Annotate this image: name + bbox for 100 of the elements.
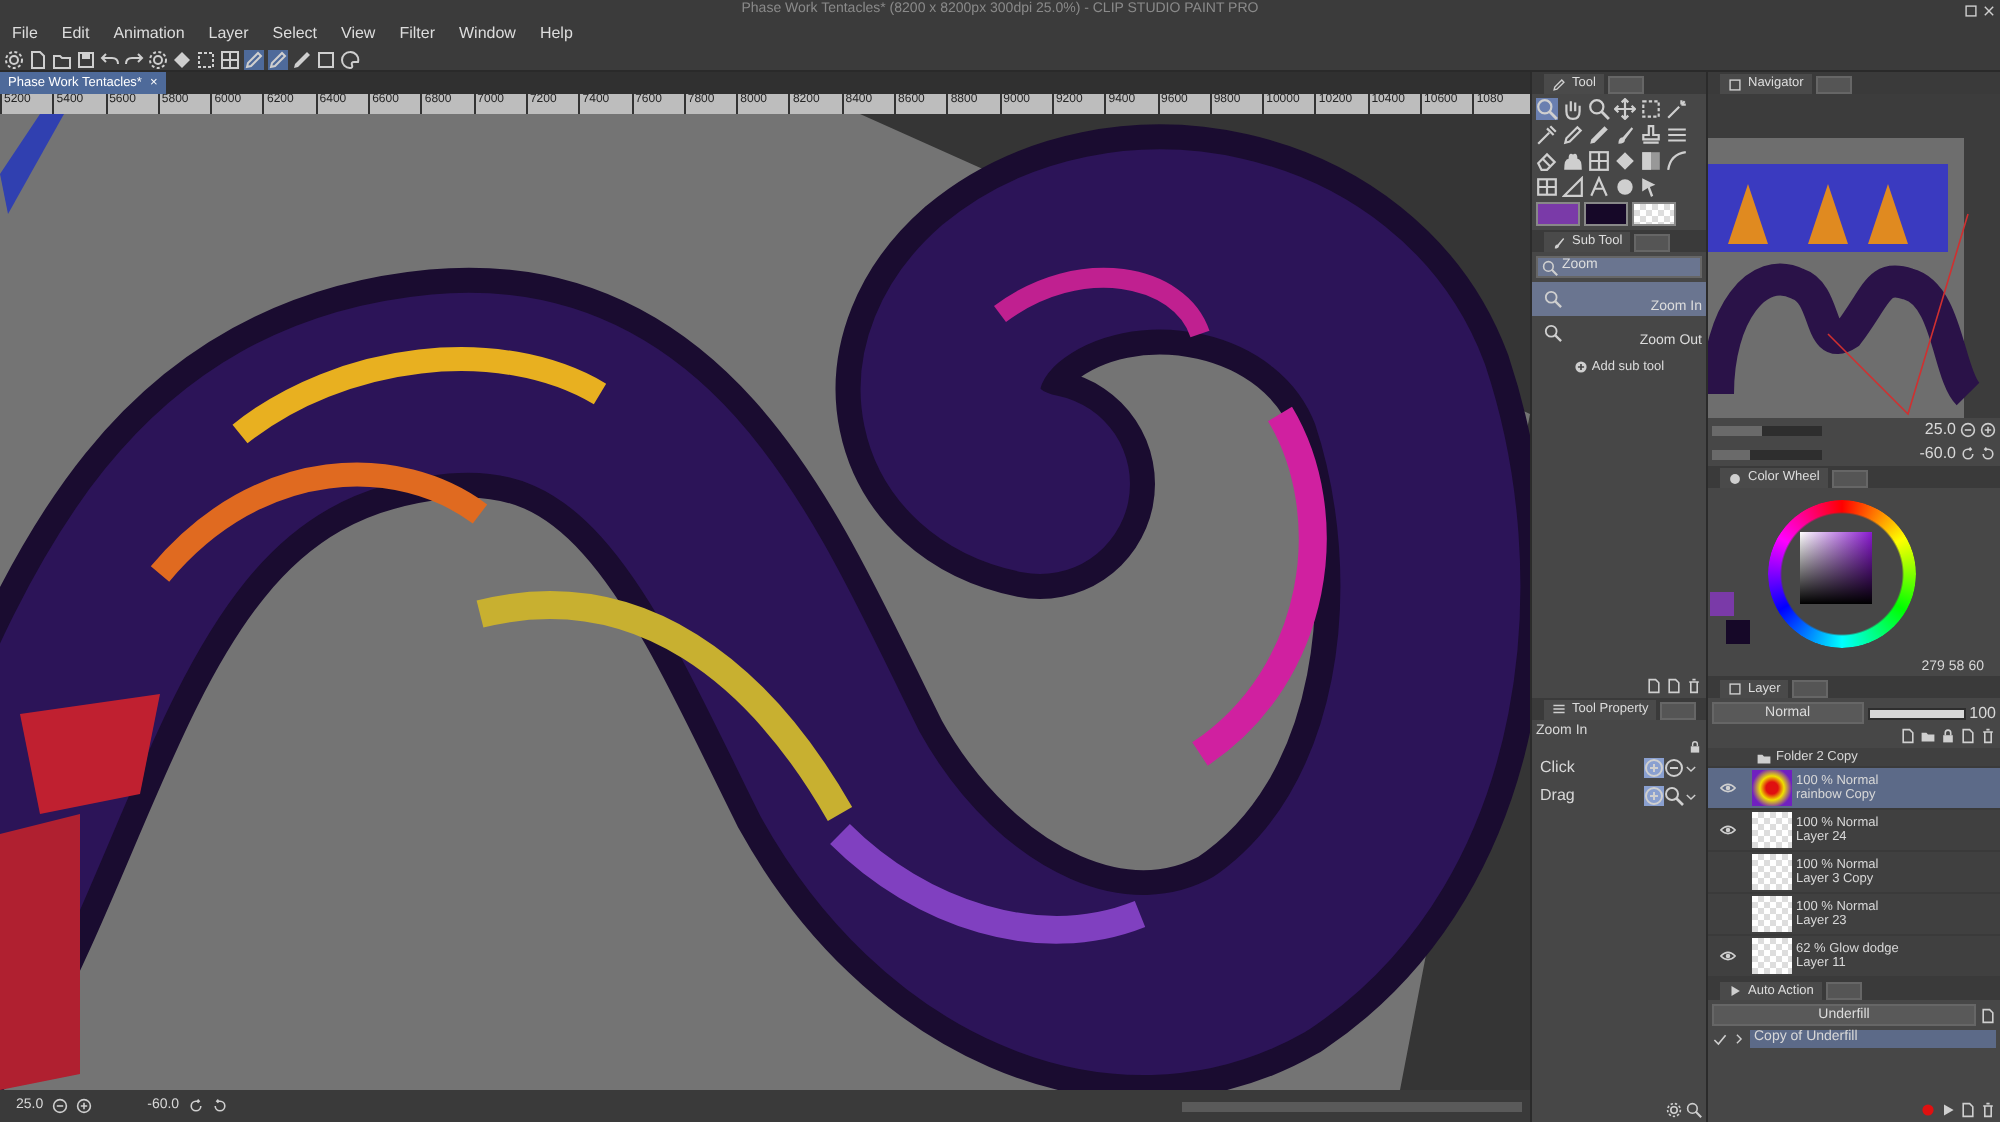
zoom-out-icon[interactable] bbox=[1960, 422, 1976, 438]
trash-icon[interactable] bbox=[1686, 677, 1702, 694]
layer-thumbnail bbox=[1752, 854, 1792, 891]
curve-icon[interactable] bbox=[1666, 150, 1688, 172]
move-icon[interactable] bbox=[1614, 98, 1636, 120]
lock-icon[interactable] bbox=[1688, 740, 1702, 755]
lines-icon[interactable] bbox=[1666, 124, 1688, 146]
menu-item[interactable]: Filter bbox=[387, 24, 447, 44]
saturation-value-square[interactable] bbox=[1800, 532, 1872, 604]
circle-icon bbox=[1728, 471, 1742, 486]
navigator-preview-drawing[interactable] bbox=[1708, 138, 1981, 418]
rotate-left-icon[interactable] bbox=[187, 1098, 204, 1114]
zoom-slider-track[interactable] bbox=[1712, 425, 1822, 435]
pen-icon[interactable] bbox=[268, 49, 288, 69]
dot-icon[interactable] bbox=[1614, 176, 1636, 198]
main-color-swatch[interactable] bbox=[1710, 592, 1734, 616]
gear-icon[interactable] bbox=[4, 49, 24, 69]
zoom-value: 25.0 bbox=[1924, 420, 1956, 440]
search-icon[interactable] bbox=[1664, 786, 1684, 807]
rotate-left-icon[interactable] bbox=[1960, 446, 1976, 462]
search-icon[interactable] bbox=[1686, 1102, 1702, 1119]
copy-icon[interactable] bbox=[1960, 1102, 1976, 1118]
menu-item[interactable]: Window bbox=[447, 24, 528, 44]
new-file-icon[interactable] bbox=[28, 49, 48, 69]
zoom-out-icon[interactable] bbox=[1664, 758, 1684, 779]
zoom-in-icon[interactable] bbox=[75, 1098, 92, 1114]
text-icon[interactable] bbox=[1588, 176, 1610, 198]
dashed-rectangle-icon[interactable] bbox=[196, 49, 216, 69]
trash-icon[interactable] bbox=[1980, 728, 1996, 745]
restore-icon[interactable] bbox=[1964, 3, 1978, 17]
pencil-icon[interactable] bbox=[1588, 124, 1610, 146]
slider-fill[interactable] bbox=[1712, 449, 1751, 459]
stamp-icon[interactable] bbox=[1640, 124, 1662, 146]
grid-icon[interactable] bbox=[220, 49, 240, 69]
frame-icon[interactable] bbox=[1536, 176, 1558, 198]
brush-icon[interactable] bbox=[1614, 124, 1636, 146]
eyedropper-icon[interactable] bbox=[1536, 124, 1558, 146]
menu-item[interactable]: Edit bbox=[49, 24, 102, 44]
pen-icon[interactable] bbox=[1562, 124, 1584, 146]
search-icon[interactable] bbox=[1536, 98, 1558, 120]
eye-icon[interactable] bbox=[1720, 780, 1736, 797]
redo-icon[interactable] bbox=[124, 49, 144, 69]
trash-icon[interactable] bbox=[1980, 1102, 1996, 1118]
folder-icon[interactable] bbox=[52, 49, 72, 69]
eraser-icon[interactable] bbox=[1536, 150, 1558, 172]
search-icon bbox=[1542, 259, 1558, 275]
lock-icon[interactable] bbox=[1940, 728, 1956, 745]
zoom-slider-track[interactable] bbox=[1712, 449, 1822, 459]
hand-icon[interactable] bbox=[1562, 98, 1584, 120]
eye-icon[interactable] bbox=[1720, 948, 1736, 965]
eye-icon[interactable] bbox=[1720, 822, 1736, 839]
zoom-in-icon[interactable] bbox=[1644, 786, 1664, 807]
layer-thumbnail bbox=[1752, 812, 1792, 849]
copy-icon[interactable] bbox=[1980, 1007, 1996, 1024]
palette-icon[interactable] bbox=[340, 49, 360, 69]
menu-item[interactable]: Animation bbox=[101, 24, 197, 44]
sub-color-swatch[interactable] bbox=[1584, 202, 1628, 226]
folder-icon[interactable] bbox=[1920, 728, 1936, 745]
menu-item[interactable]: Help bbox=[527, 24, 585, 44]
blend-icon[interactable] bbox=[1562, 150, 1584, 172]
wand-icon[interactable] bbox=[1666, 98, 1688, 120]
menu-item[interactable]: File bbox=[0, 24, 50, 44]
dashed-rectangle-icon[interactable] bbox=[1640, 98, 1662, 120]
search-icon[interactable] bbox=[1588, 98, 1610, 120]
play-icon[interactable] bbox=[1940, 1102, 1956, 1118]
horizontal-scrollbar[interactable] bbox=[1182, 1101, 1522, 1111]
main-color-swatch[interactable] bbox=[1536, 202, 1580, 226]
copy-icon[interactable] bbox=[1960, 728, 1976, 745]
gradient-icon[interactable] bbox=[1640, 150, 1662, 172]
caret-icon[interactable] bbox=[1732, 1032, 1746, 1047]
close-icon[interactable] bbox=[1982, 3, 1996, 17]
gear-icon[interactable] bbox=[1666, 1102, 1682, 1119]
window-icon[interactable] bbox=[316, 49, 336, 69]
checkbox-icon[interactable] bbox=[1712, 1031, 1728, 1048]
folder-icon[interactable] bbox=[1756, 749, 1772, 766]
gear-icon[interactable] bbox=[148, 49, 168, 69]
fill-icon[interactable] bbox=[1614, 150, 1636, 172]
new-file-icon[interactable] bbox=[1900, 728, 1916, 745]
menu-item[interactable]: Select bbox=[260, 24, 330, 44]
property-label: Drag bbox=[1540, 786, 1577, 806]
save-icon[interactable] bbox=[76, 49, 96, 69]
copy-icon[interactable] bbox=[1666, 677, 1682, 694]
undo-icon[interactable] bbox=[100, 49, 120, 69]
layers-icon[interactable] bbox=[1646, 677, 1662, 694]
window-icon bbox=[1728, 77, 1742, 92]
zoom-out-icon[interactable] bbox=[51, 1098, 68, 1114]
rotation-value: -60.0 bbox=[1919, 444, 1956, 464]
zoom-in-icon[interactable] bbox=[1980, 422, 1996, 438]
menu-item[interactable]: Layer bbox=[196, 24, 261, 44]
slider-fill[interactable] bbox=[1712, 425, 1762, 435]
menu-item[interactable]: View bbox=[329, 24, 388, 44]
grid-icon[interactable] bbox=[1588, 150, 1610, 172]
zoom-in-icon[interactable] bbox=[1644, 758, 1664, 779]
ruler-icon[interactable] bbox=[1562, 176, 1584, 198]
rotate-right-icon[interactable] bbox=[211, 1098, 228, 1114]
transparent-color-swatch[interactable] bbox=[1632, 202, 1676, 226]
sub-color-swatch[interactable] bbox=[1726, 620, 1750, 644]
pen-icon[interactable] bbox=[244, 49, 264, 69]
tentacle-drawing[interactable] bbox=[0, 114, 1530, 1090]
rotate-right-icon[interactable] bbox=[1980, 446, 1996, 462]
